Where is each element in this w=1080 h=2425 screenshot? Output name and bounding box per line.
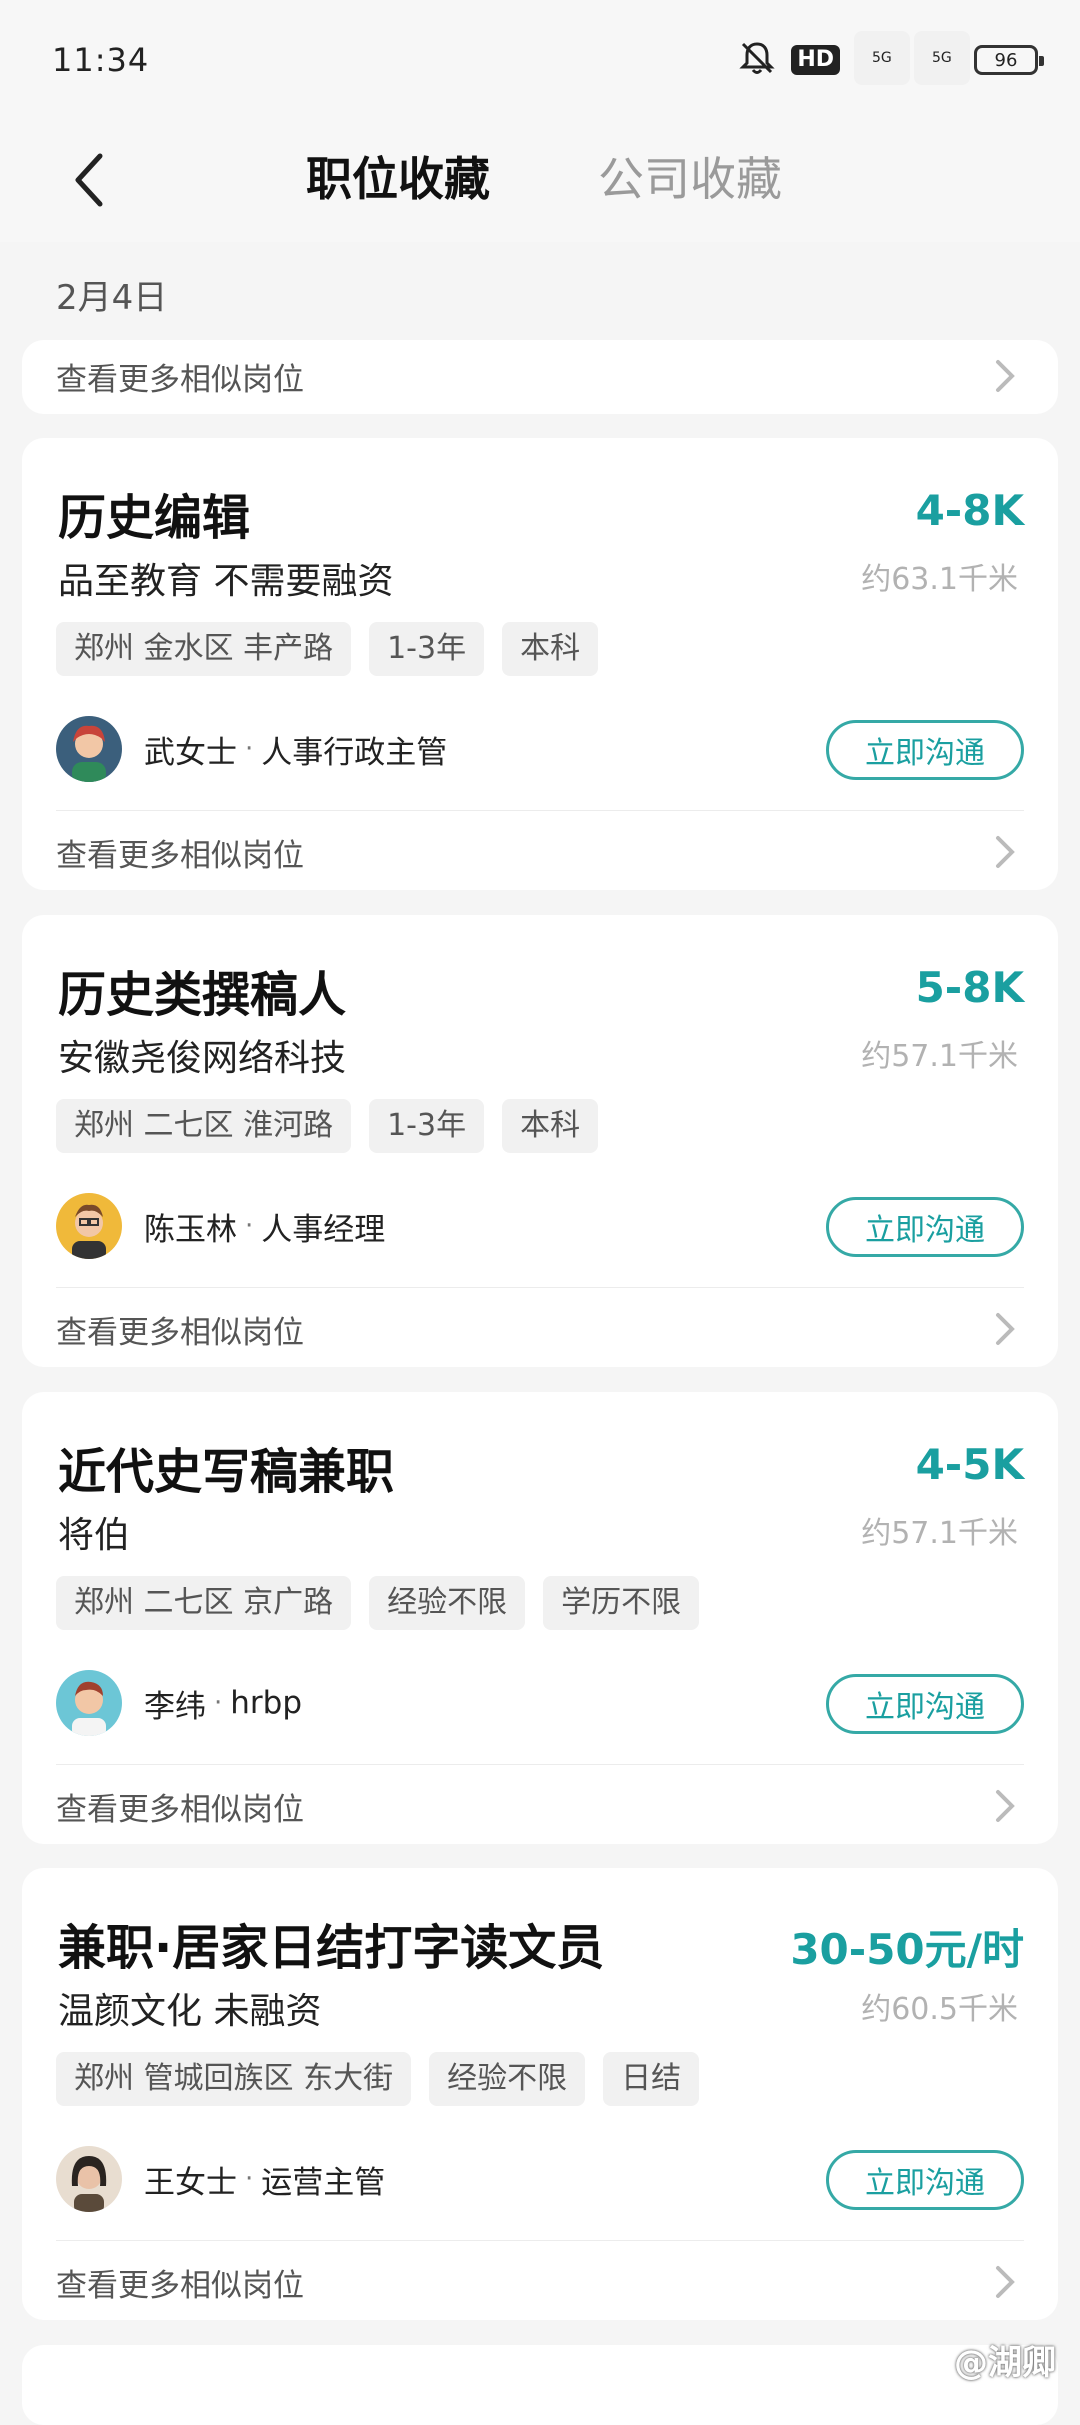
signal-icon-2: 5G [914, 43, 960, 77]
signal-icon: 5G [854, 43, 900, 77]
separator-dot: · [245, 1211, 253, 1241]
more-similar-link[interactable]: 查看更多相似岗位 [56, 1289, 1024, 1369]
job-tag: 经验不限 [369, 1576, 525, 1630]
job-card[interactable]: 近代史写稿兼职 4-5K 将伯 约57.1千米 郑州 二七区 京广路经验不限学历… [22, 1392, 1058, 1844]
recruiter-name: 李纬 [144, 1681, 206, 1726]
salary: 4-8K [916, 486, 1024, 535]
job-card-partial: 查看更多相似岗位 [22, 340, 1058, 414]
recruiter-role: 人事经理 [261, 1204, 385, 1249]
more-similar-label: 查看更多相似岗位 [56, 830, 304, 875]
more-similar-link[interactable]: 查看更多相似岗位 [56, 812, 1024, 892]
more-similar-label: 查看更多相似岗位 [56, 1784, 304, 1829]
separator-dot: · [214, 1688, 222, 1718]
chat-now-button[interactable]: 立即沟通 [826, 720, 1024, 780]
chevron-right-icon [984, 1786, 1024, 1826]
job-tags: 郑州 二七区 淮河路 1-3年本科 [56, 1099, 598, 1153]
avatar [56, 716, 122, 782]
chat-now-button[interactable]: 立即沟通 [826, 2150, 1024, 2210]
recruiter-name: 陈玉林 [144, 1204, 237, 1249]
recruiter: 武女士 · 人事行政主管 [56, 716, 447, 782]
mute-bell-icon [737, 38, 777, 82]
back-button[interactable] [60, 150, 120, 210]
company-name: 将伯 [58, 1506, 130, 1558]
job-tags: 郑州 金水区 丰产路 1-3年本科 [56, 622, 598, 676]
chat-now-button[interactable]: 立即沟通 [826, 1674, 1024, 1734]
status-icons: HD 5G 5G 96 [737, 38, 1038, 82]
chevron-right-icon [984, 2262, 1024, 2302]
watermark: @湖卿 [954, 2335, 1056, 2384]
more-similar-link[interactable]: 查看更多相似岗位 [56, 2242, 1024, 2322]
recruiter-role: hrbp [230, 1685, 302, 1721]
more-similar-label: 查看更多相似岗位 [56, 2260, 304, 2305]
status-time: 11:34 [52, 41, 149, 79]
job-tag: 郑州 二七区 京广路 [56, 1576, 351, 1630]
job-tag: 1-3年 [369, 622, 484, 676]
more-similar-label: 查看更多相似岗位 [56, 1307, 304, 1352]
salary: 30-50元/时 [790, 1916, 1024, 1977]
chevron-right-icon [984, 832, 1024, 872]
distance: 约57.1千米 [861, 1508, 1018, 1552]
recruiter-name: 王女士 [144, 2157, 237, 2202]
job-title: 历史编辑 [58, 478, 250, 548]
divider [56, 1764, 1024, 1765]
job-card[interactable]: 兼职·居家日结打字读文员 30-50元/时 温颜文化 未融资 约60.5千米 郑… [22, 1868, 1058, 2320]
job-tag: 经验不限 [429, 2052, 585, 2106]
battery-icon: 96 [974, 45, 1038, 75]
recruiter-role: 运营主管 [261, 2157, 385, 2202]
divider [56, 2240, 1024, 2241]
salary: 5-8K [916, 963, 1024, 1012]
more-similar-label: 查看更多相似岗位 [56, 354, 304, 399]
chevron-right-icon [984, 1309, 1024, 1349]
avatar [56, 1193, 122, 1259]
hd-badge: HD [791, 45, 840, 75]
more-similar-link[interactable]: 查看更多相似岗位 [56, 336, 1024, 416]
recruiter: 陈玉林 · 人事经理 [56, 1193, 385, 1259]
job-title: 兼职·居家日结打字读文员 [58, 1908, 604, 1978]
job-card[interactable]: 历史类撰稿人 5-8K 安徽尧俊网络科技 约57.1千米 郑州 二七区 淮河路 1… [22, 915, 1058, 1367]
job-tags: 郑州 管城回族区 东大街经验不限日结 [56, 2052, 699, 2106]
separator-dot: · [245, 734, 253, 764]
salary: 4-5K [916, 1440, 1024, 1489]
distance: 约63.1千米 [861, 554, 1018, 598]
distance: 约57.1千米 [861, 1031, 1018, 1075]
job-title: 历史类撰稿人 [58, 955, 346, 1025]
job-tag: 本科 [502, 622, 598, 676]
divider [56, 1287, 1024, 1288]
separator-dot: · [245, 2164, 253, 2194]
chevron-left-icon [70, 150, 110, 210]
avatar [56, 1670, 122, 1736]
tab-job-favorites[interactable]: 职位收藏 [306, 144, 490, 214]
recruiter-name: 武女士 [144, 727, 237, 772]
tab-company-favorites[interactable]: 公司收藏 [598, 144, 782, 214]
distance: 约60.5千米 [861, 1984, 1018, 2028]
recruiter-role: 人事行政主管 [261, 727, 447, 772]
job-tags: 郑州 二七区 京广路经验不限学历不限 [56, 1576, 699, 1630]
job-tag: 1-3年 [369, 1099, 484, 1153]
date-header: 2月4日 [56, 270, 167, 319]
chat-now-button[interactable]: 立即沟通 [826, 1197, 1024, 1257]
recruiter: 王女士 · 运营主管 [56, 2146, 385, 2212]
company-name: 品至教育 不需要融资 [58, 552, 393, 604]
chevron-right-icon [984, 356, 1024, 396]
nav-bar: 职位收藏 公司收藏 [0, 120, 1080, 242]
job-tag: 本科 [502, 1099, 598, 1153]
company-name: 安徽尧俊网络科技 [58, 1029, 346, 1081]
job-title: 近代史写稿兼职 [58, 1432, 394, 1502]
job-tag: 郑州 二七区 淮河路 [56, 1099, 351, 1153]
company-name: 温颜文化 未融资 [58, 1982, 321, 2034]
job-tag: 郑州 金水区 丰产路 [56, 622, 351, 676]
job-tag: 郑州 管城回族区 东大街 [56, 2052, 411, 2106]
more-similar-link[interactable]: 查看更多相似岗位 [56, 1766, 1024, 1846]
job-tag: 日结 [603, 2052, 699, 2106]
status-bar: 11:34 HD 5G 5G 96 [0, 0, 1080, 120]
divider [56, 810, 1024, 811]
job-card[interactable]: 历史编辑 4-8K 品至教育 不需要融资 约63.1千米 郑州 金水区 丰产路 1… [22, 438, 1058, 890]
job-card-partial-bottom [22, 2345, 1058, 2425]
recruiter: 李纬 · hrbp [56, 1670, 302, 1736]
avatar [56, 2146, 122, 2212]
job-tag: 学历不限 [543, 1576, 699, 1630]
